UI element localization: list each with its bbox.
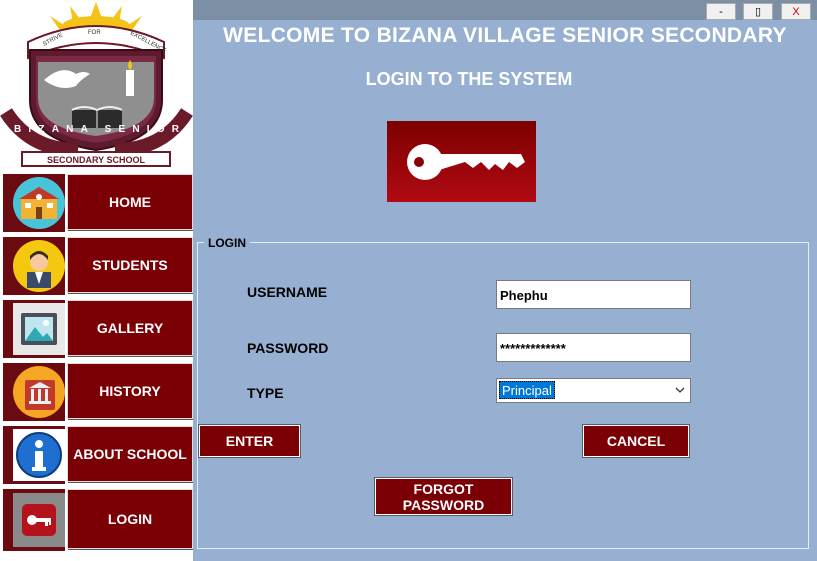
window-title-bar: - ▯ X	[193, 0, 817, 20]
chevron-down-icon	[675, 387, 685, 393]
history-button[interactable]: HISTORY	[67, 363, 193, 419]
sidebar-item-history[interactable]: HISTORY	[3, 363, 193, 421]
about-school-button[interactable]: ABOUT SCHOOL	[67, 426, 193, 482]
history-building-icon	[13, 366, 65, 418]
type-label: TYPE	[247, 385, 284, 401]
maximize-button[interactable]: ▯	[743, 3, 773, 20]
sidebar: HOME STUDENTS GALLERY HISTORY ABOUT SCHO…	[0, 172, 193, 561]
sidebar-item-login[interactable]: LOGIN	[3, 489, 193, 551]
enter-button[interactable]: ENTER	[199, 425, 300, 457]
sidebar-item-about-school[interactable]: ABOUT SCHOOL	[3, 426, 193, 484]
logo-motto-center: FOR	[88, 30, 101, 36]
students-button[interactable]: STUDENTS	[67, 237, 193, 293]
key-banner-icon	[387, 121, 536, 202]
forgot-password-line1: FORGOT	[413, 480, 474, 497]
logo-arc-text: BIZANA SENIOR	[14, 124, 180, 135]
minimize-button[interactable]: -	[706, 3, 736, 20]
forgot-password-line2: PASSWORD	[402, 496, 485, 513]
login-group-label: LOGIN	[204, 236, 250, 250]
forgot-password-button[interactable]: FORGOT PASSWORD	[375, 478, 512, 515]
type-dropdown[interactable]: Principal	[496, 378, 691, 403]
sidebar-item-students[interactable]: STUDENTS	[3, 237, 193, 295]
type-selected-value: Principal	[499, 381, 555, 399]
password-field[interactable]	[496, 333, 691, 362]
cancel-button[interactable]: CANCEL	[583, 425, 689, 457]
picture-icon	[13, 303, 65, 355]
login-nav-button[interactable]: LOGIN	[67, 489, 193, 549]
close-button[interactable]: X	[781, 3, 811, 20]
logo-banner-text: SECONDARY SCHOOL	[47, 155, 146, 165]
page-title: WELCOME TO BIZANA VILLAGE SENIOR SECONDA…	[223, 24, 787, 47]
info-icon	[13, 429, 65, 481]
student-avatar-icon	[13, 240, 65, 292]
username-label: USERNAME	[247, 284, 328, 300]
school-logo: STRIVE FOR EXCELLENCE BIZANA SENIOR SECO…	[0, 0, 193, 172]
school-crest-icon: STRIVE FOR EXCELLENCE BIZANA SENIOR SECO…	[0, 2, 193, 167]
sidebar-item-gallery[interactable]: GALLERY	[3, 300, 193, 358]
page-subtitle: LOGIN TO THE SYSTEM	[365, 69, 573, 89]
main-panel: - ▯ X WELCOME TO BIZANA VILLAGE SENIOR S…	[193, 0, 817, 561]
home-button[interactable]: HOME	[67, 174, 193, 230]
username-field[interactable]	[496, 280, 691, 309]
gallery-button[interactable]: GALLERY	[67, 300, 193, 356]
password-label: PASSWORD	[247, 340, 329, 356]
sidebar-item-home[interactable]: HOME	[3, 174, 193, 232]
key-icon	[13, 493, 65, 547]
school-building-icon	[13, 177, 65, 229]
